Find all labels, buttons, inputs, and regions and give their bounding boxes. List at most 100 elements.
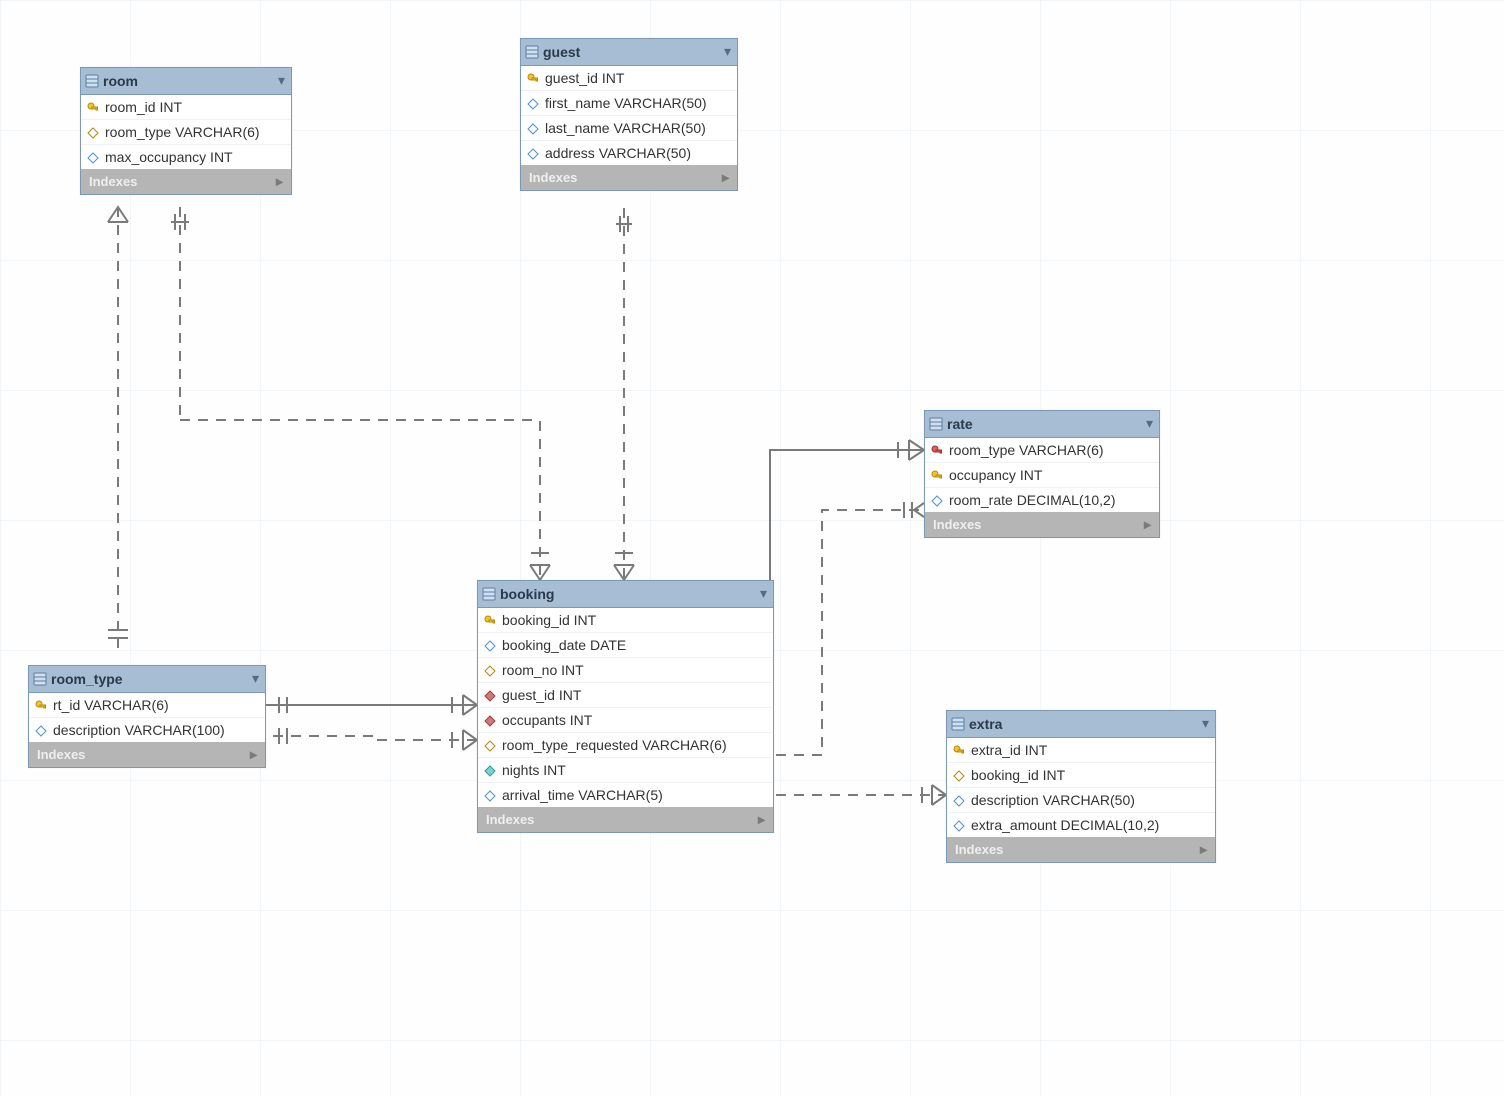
indexes-section[interactable]: Indexes ▸ <box>29 742 265 767</box>
table-icon <box>33 672 47 686</box>
collapse-icon[interactable]: ▾ <box>724 43 731 60</box>
column-row[interactable]: guest_id INT <box>478 683 773 708</box>
expand-arrow-icon: ▸ <box>722 169 729 186</box>
column-row[interactable]: room_type_requested VARCHAR(6) <box>478 733 773 758</box>
column-label: room_id INT <box>105 99 182 115</box>
collapse-icon[interactable]: ▾ <box>278 72 285 89</box>
table-extra[interactable]: extra ▾ extra_id INT booking_id INTdescri… <box>946 710 1216 863</box>
pk-icon <box>527 72 539 84</box>
indexes-label: Indexes <box>529 170 577 185</box>
column-row[interactable]: description VARCHAR(50) <box>947 788 1215 813</box>
column-row[interactable]: room_type VARCHAR(6) <box>81 120 291 145</box>
pk-red-icon <box>931 444 943 456</box>
table-header[interactable]: guest ▾ <box>521 39 737 66</box>
column-row[interactable]: room_no INT <box>478 658 773 683</box>
column-label: extra_id INT <box>971 742 1047 758</box>
column-list: rt_id VARCHAR(6) description VARCHAR(100) <box>29 693 265 742</box>
table-guest[interactable]: guest ▾ guest_id INT first_name VARCHAR(5… <box>520 38 738 191</box>
column-row[interactable]: room_type VARCHAR(6) <box>925 438 1159 463</box>
column-label: rt_id VARCHAR(6) <box>53 697 169 713</box>
pk-icon <box>484 614 496 626</box>
column-row[interactable]: room_id INT <box>81 95 291 120</box>
collapse-icon[interactable]: ▾ <box>760 585 767 602</box>
column-row[interactable]: occupants INT <box>478 708 773 733</box>
table-header[interactable]: room_type ▾ <box>29 666 265 693</box>
column-row[interactable]: guest_id INT <box>521 66 737 91</box>
column-label: booking_id INT <box>502 612 596 628</box>
diamond-blue-icon <box>953 794 965 806</box>
column-list: room_id INT room_type VARCHAR(6) max_occup… <box>81 95 291 169</box>
table-title: booking <box>500 586 554 602</box>
column-row[interactable]: last_name VARCHAR(50) <box>521 116 737 141</box>
table-title: room <box>103 73 138 89</box>
column-row[interactable]: occupancy INT <box>925 463 1159 488</box>
column-label: first_name VARCHAR(50) <box>545 95 707 111</box>
expand-arrow-icon: ▸ <box>758 811 765 828</box>
table-booking[interactable]: booking ▾ booking_id INT booking_date DAT… <box>477 580 774 833</box>
column-label: description VARCHAR(100) <box>53 722 225 738</box>
expand-arrow-icon: ▸ <box>250 746 257 763</box>
diamond-open-icon <box>87 126 99 138</box>
diamond-open-icon <box>484 664 496 676</box>
diamond-red-icon <box>484 714 496 726</box>
table-icon <box>951 717 965 731</box>
column-label: occupants INT <box>502 712 592 728</box>
column-row[interactable]: description VARCHAR(100) <box>29 718 265 742</box>
table-header[interactable]: booking ▾ <box>478 581 773 608</box>
column-label: room_type VARCHAR(6) <box>105 124 260 140</box>
column-row[interactable]: room_rate DECIMAL(10,2) <box>925 488 1159 512</box>
table-room-type[interactable]: room_type ▾ rt_id VARCHAR(6) description … <box>28 665 266 768</box>
table-room[interactable]: room ▾ room_id INT room_type VARCHAR(6) ma… <box>80 67 292 195</box>
table-title: extra <box>969 716 1002 732</box>
diamond-open-icon <box>953 769 965 781</box>
column-label: room_type_requested VARCHAR(6) <box>502 737 727 753</box>
diamond-blue-icon <box>527 97 539 109</box>
table-rate[interactable]: rate ▾ room_type VARCHAR(6) occupancy INT… <box>924 410 1160 538</box>
column-label: guest_id INT <box>502 687 581 703</box>
column-row[interactable]: nights INT <box>478 758 773 783</box>
collapse-icon[interactable]: ▾ <box>252 670 259 687</box>
column-row[interactable]: extra_id INT <box>947 738 1215 763</box>
diamond-blue-icon <box>527 147 539 159</box>
collapse-icon[interactable]: ▾ <box>1202 715 1209 732</box>
indexes-section[interactable]: Indexes ▸ <box>925 512 1159 537</box>
column-row[interactable]: first_name VARCHAR(50) <box>521 91 737 116</box>
column-label: max_occupancy INT <box>105 149 233 165</box>
column-row[interactable]: max_occupancy INT <box>81 145 291 169</box>
pk-icon <box>931 469 943 481</box>
column-label: room_type VARCHAR(6) <box>949 442 1104 458</box>
column-row[interactable]: extra_amount DECIMAL(10,2) <box>947 813 1215 837</box>
table-title: room_type <box>51 671 123 687</box>
diamond-blue-icon <box>35 724 47 736</box>
column-list: guest_id INT first_name VARCHAR(50) last_n… <box>521 66 737 165</box>
diamond-blue-icon <box>484 789 496 801</box>
column-label: room_rate DECIMAL(10,2) <box>949 492 1116 508</box>
column-row[interactable]: address VARCHAR(50) <box>521 141 737 165</box>
column-row[interactable]: booking_id INT <box>947 763 1215 788</box>
indexes-section[interactable]: Indexes ▸ <box>81 169 291 194</box>
column-label: room_no INT <box>502 662 584 678</box>
column-list: booking_id INT booking_date DATE room_no I… <box>478 608 773 807</box>
pk-icon <box>87 101 99 113</box>
diamond-red-icon <box>484 689 496 701</box>
column-list: room_type VARCHAR(6) occupancy INT room_ra… <box>925 438 1159 512</box>
table-header[interactable]: rate ▾ <box>925 411 1159 438</box>
column-label: last_name VARCHAR(50) <box>545 120 706 136</box>
diamond-blue-icon <box>527 122 539 134</box>
table-header[interactable]: room ▾ <box>81 68 291 95</box>
table-icon <box>929 417 943 431</box>
collapse-icon[interactable]: ▾ <box>1146 415 1153 432</box>
column-row[interactable]: arrival_time VARCHAR(5) <box>478 783 773 807</box>
column-row[interactable]: rt_id VARCHAR(6) <box>29 693 265 718</box>
column-row[interactable]: booking_id INT <box>478 608 773 633</box>
indexes-label: Indexes <box>955 842 1003 857</box>
table-icon <box>525 45 539 59</box>
diamond-blue-icon <box>87 151 99 163</box>
indexes-section[interactable]: Indexes ▸ <box>521 165 737 190</box>
column-list: extra_id INT booking_id INTdescription VA… <box>947 738 1215 837</box>
column-row[interactable]: booking_date DATE <box>478 633 773 658</box>
indexes-section[interactable]: Indexes ▸ <box>947 837 1215 862</box>
expand-arrow-icon: ▸ <box>276 173 283 190</box>
indexes-section[interactable]: Indexes ▸ <box>478 807 773 832</box>
table-header[interactable]: extra ▾ <box>947 711 1215 738</box>
